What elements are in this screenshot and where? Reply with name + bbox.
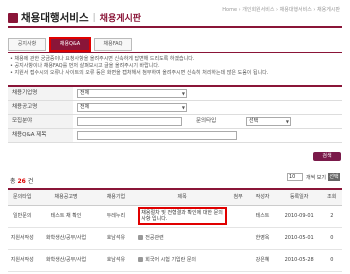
subject-link[interactable]: 회국어 시험 기입란 문의 (145, 257, 196, 263)
tab-divider (8, 52, 342, 53)
type-label: 문의타입 (196, 118, 217, 124)
col-company: 채용기업 (95, 189, 137, 206)
table-row[interactable]: 지원서작성 화학생산/공무/사업 호남석유 전공관련 한영옥 2010-05-0… (8, 227, 342, 250)
lock-icon (138, 235, 144, 240)
notice-line: • 채용에 관한 궁금증이나 요청사항을 올려주시면 신속하게 답변해 드리도록… (10, 56, 195, 62)
cell-type: 일반문의 (8, 205, 37, 228)
subject-link[interactable]: 채용절차 및 전형결과 확인에 대한 문의사항 입니다. (138, 207, 227, 225)
cell-subject[interactable]: 회국어 시험 기입란 문의 (136, 249, 228, 272)
col-type: 문의타입 (8, 189, 37, 206)
cell-company: 호남석유 (95, 227, 137, 250)
cell-views: 2 (321, 205, 342, 228)
title-divider (8, 26, 342, 28)
page-header: 채용대행서비스 | 채용게시판 (8, 10, 141, 25)
lock-icon (138, 257, 144, 262)
page-subtitle: 채용게시판 (99, 14, 142, 24)
subject-link[interactable]: 전공관련 (145, 235, 163, 241)
cell-date: 2010-05-01 (276, 227, 322, 250)
cell-company: 호남석유 (95, 249, 137, 272)
cell-posting: 테스트 채 확인 (36, 205, 96, 228)
cell-company: 두레누리 (95, 205, 137, 228)
form-row-company: 채용기업명 전체 (8, 87, 342, 101)
col-subject: 제목 (136, 189, 228, 206)
cell-date: 2010-05-28 (276, 249, 322, 272)
company-label: 채용기업명 (8, 87, 73, 100)
company-select[interactable]: 전체 (77, 89, 187, 98)
form-row-posting: 채용공고명 전체 (8, 101, 342, 115)
cell-attach (227, 205, 249, 228)
total-count: 총 26 건 (10, 176, 33, 185)
cell-subject[interactable]: 전공관련 (136, 227, 228, 250)
field-input[interactable] (77, 117, 182, 126)
search-button[interactable]: 검색 (313, 152, 341, 161)
posting-select[interactable]: 전체 (77, 103, 187, 112)
table-header-row: 문의타입 채용공고명 채용기업 제목 첨부 작성자 등록일자 조회 (8, 189, 342, 206)
col-views: 조회 (321, 189, 342, 206)
total-suffix: 건 (27, 178, 34, 185)
cell-posting: 화학생산/공무/사업 (36, 249, 96, 272)
cell-views: 0 (321, 249, 342, 272)
form-row-title: 채용Q&A 제목 (8, 129, 342, 143)
page-size-apply-button[interactable]: 선택 (328, 173, 340, 181)
title-bullet-icon (8, 12, 18, 23)
tab-bar: 공지사항 채용Q&A 채용FAQ (8, 37, 135, 52)
page-size-select[interactable]: 10 (287, 173, 303, 181)
search-button-label: 검색 (322, 153, 332, 159)
type-select[interactable]: 선택 (246, 117, 291, 126)
form-row-field: 모집분야 문의타입 선택 (8, 115, 342, 129)
page-size-control: 10 개씩 보기 선택 (287, 173, 340, 181)
col-posting: 채용공고명 (36, 189, 96, 206)
cell-type: 지원서작성 (8, 249, 37, 272)
tab-recruit-qa[interactable]: 채용Q&A (49, 37, 91, 52)
cell-attach (227, 249, 249, 272)
title-input[interactable] (77, 131, 237, 140)
title-separator: | (92, 12, 96, 23)
cell-author: 강은혜 (248, 249, 277, 272)
cell-views: 0 (321, 227, 342, 250)
notice-line: • 지원서 접수시의 오류나 사이트의 오류 등은 화면을 캡처해서 첨부하여 … (10, 70, 269, 76)
cell-author: 테스트 (248, 205, 277, 228)
qa-table: 문의타입 채용공고명 채용기업 제목 첨부 작성자 등록일자 조회 일반문의 테… (8, 188, 342, 272)
page-title: 채용대행서비스 (21, 12, 89, 24)
cell-attach (227, 227, 249, 250)
breadcrumb: Home › 개인회원서비스 › 채용대행서비스 › 채용게시판 (222, 7, 340, 13)
tab-notice[interactable]: 공지사항 (8, 38, 46, 51)
total-number: 26 (17, 178, 26, 185)
cell-date: 2010-09-01 (276, 205, 322, 228)
table-row[interactable]: 일반문의 테스트 채 확인 두레누리 채용절차 및 전형결과 확인에 대한 문의… (8, 205, 342, 228)
posting-label: 채용공고명 (8, 101, 73, 114)
cell-subject[interactable]: 채용절차 및 전형결과 확인에 대한 문의사항 입니다. (136, 205, 228, 228)
tab-recruit-faq[interactable]: 채용FAQ (94, 38, 132, 51)
page-size-label: 개씩 보기 (306, 174, 326, 181)
total-prefix: 총 (10, 178, 16, 185)
col-date: 등록일자 (276, 189, 322, 206)
notice-box: • 채용에 관한 궁금증이나 요청사항을 올려주시면 신속하게 답변해 드리도록… (10, 56, 340, 77)
col-author: 작성자 (248, 189, 277, 206)
field-label: 모집분야 (8, 115, 73, 128)
notice-line: • 공지사항이나 채용FAQ를 먼저 살펴보시고 글을 올려주시기 바랍니다. (10, 63, 160, 69)
col-attach: 첨부 (227, 189, 249, 206)
title-label: 채용Q&A 제목 (8, 129, 73, 142)
cell-author: 한영옥 (248, 227, 277, 250)
cell-type: 지원서작성 (8, 227, 37, 250)
table-row[interactable]: 지원서작성 화학생산/공무/사업 호남석유 회국어 시험 기입란 문의 강은혜 … (8, 249, 342, 272)
cell-posting: 화학생산/공무/사업 (36, 227, 96, 250)
search-form: 채용기업명 전체 채용공고명 전체 모집분야 문의타입 선택 채용Q&A 제목 (8, 85, 342, 143)
